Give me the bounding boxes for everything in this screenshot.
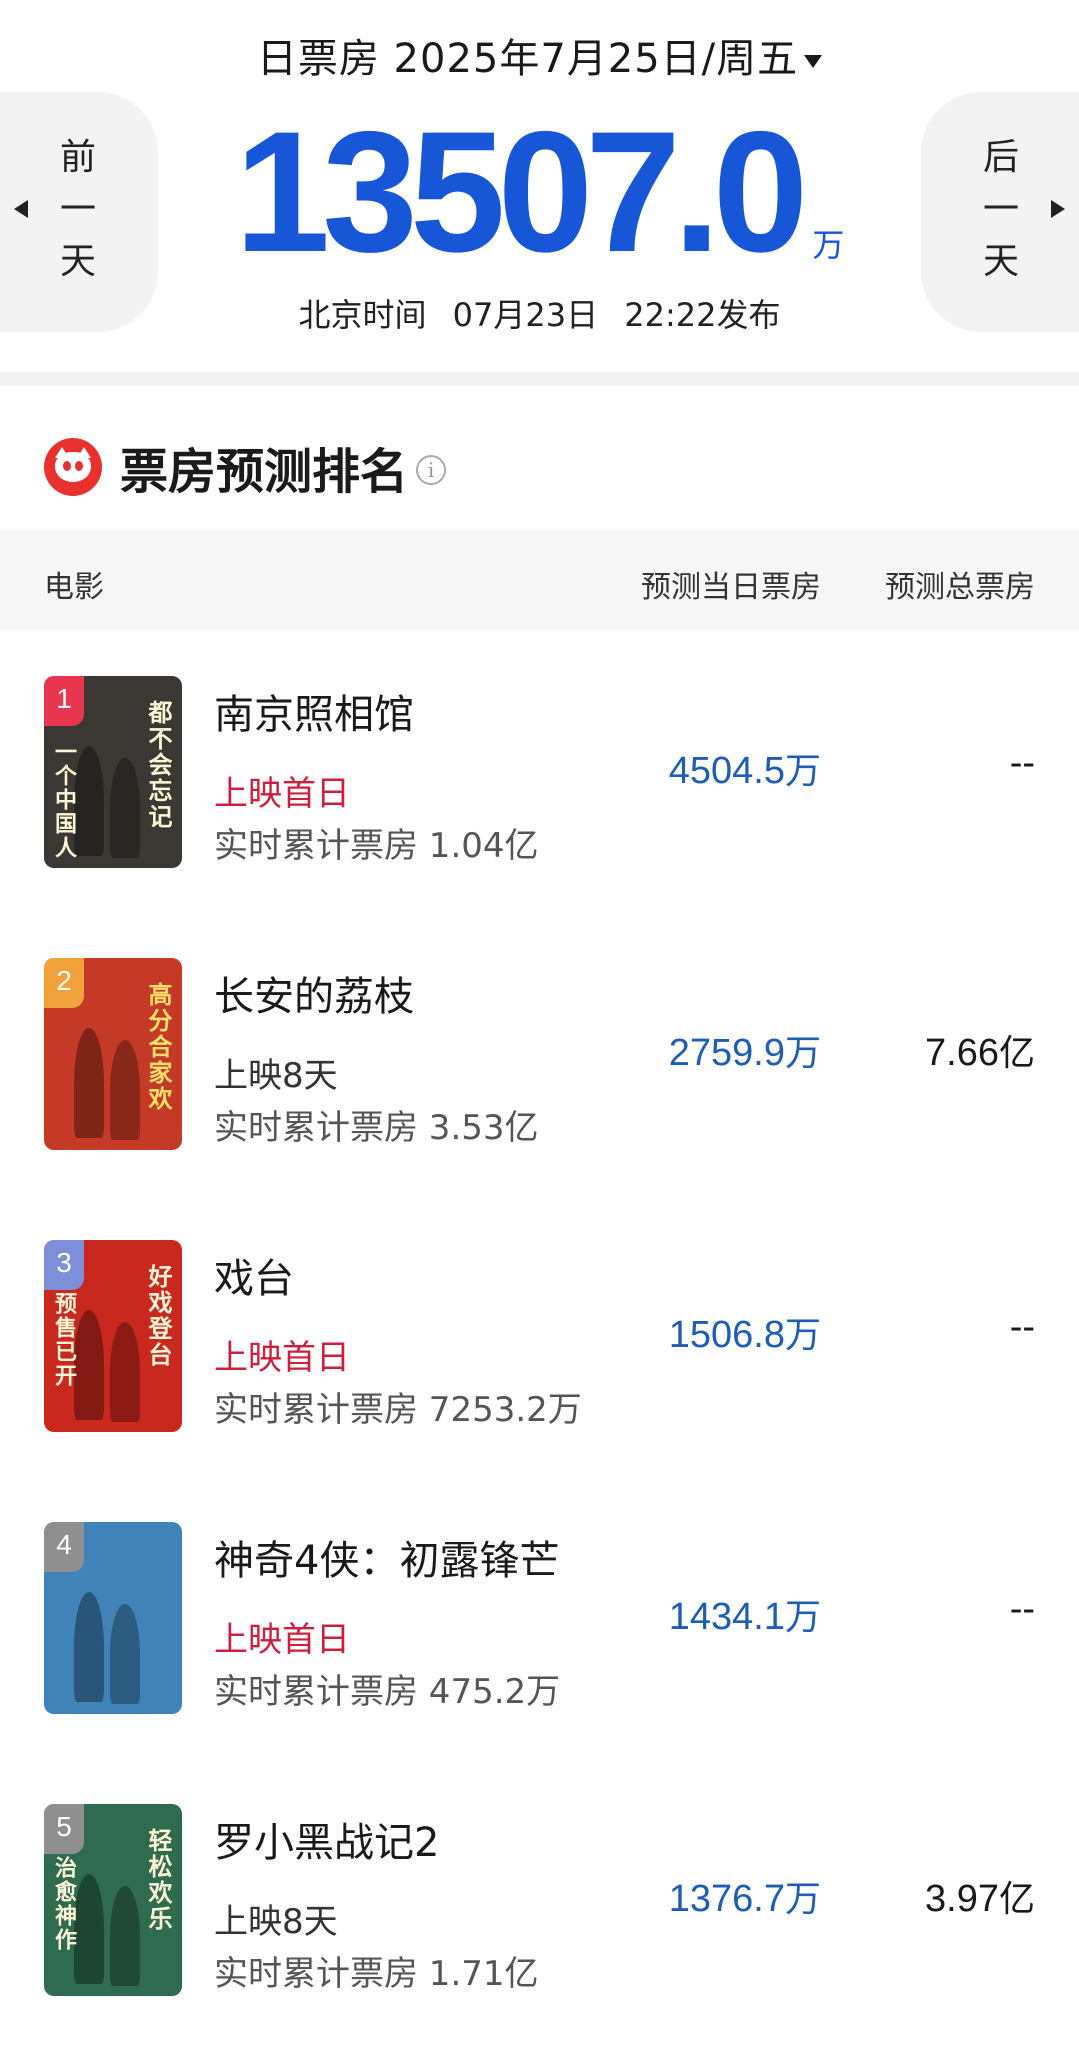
total-value: 13507.0: [234, 96, 809, 288]
forecast-total-unit: 亿: [998, 1033, 1035, 1074]
forecast-day-value: 4504.5: [668, 750, 785, 792]
movie-poster[interactable]: 都不会忘记 一个中国人 1: [44, 676, 182, 868]
forecast-day-unit: 万: [784, 751, 821, 792]
movie-poster[interactable]: 4: [44, 1522, 182, 1714]
forecast-total-value: 7.66: [925, 1032, 999, 1074]
forecast-total-value: 3.97: [925, 1878, 999, 1920]
forecast-total-value: --: [1009, 742, 1035, 784]
poster-text-right: 轻松欢乐: [144, 1828, 173, 1932]
cumulative-box-office: 实时累计票房 7253.2万: [214, 1390, 582, 1430]
poster-figure: [110, 1040, 140, 1140]
caret-down-icon: [804, 54, 823, 68]
total-unit: 万: [812, 226, 845, 264]
forecast-day-box-office: 1376.7万: [669, 1870, 821, 1922]
forecast-total-box-office: --: [1010, 742, 1035, 785]
forecast-day-box-office: 2759.9万: [669, 1024, 821, 1076]
movie-title[interactable]: 戏台: [214, 1246, 294, 1304]
rank-badge: 4: [44, 1522, 84, 1572]
poster-figure: [110, 1886, 140, 1986]
forecast-total-box-office: 7.66亿: [925, 1024, 1035, 1076]
poster-text-left: 一个中国人: [51, 740, 77, 860]
daily-total-box-office: 13507.0 万: [0, 106, 1079, 278]
poster-text-right: 都不会忘记: [144, 700, 173, 830]
poster-text-right: 好戏登台: [144, 1264, 173, 1368]
movie-title[interactable]: 南京照相馆: [214, 682, 414, 740]
movie-title[interactable]: 罗小黑战记2: [214, 1810, 439, 1868]
forecast-total-box-office: 3.97亿: [925, 1870, 1035, 1922]
forecast-day-box-office: 1434.1万: [669, 1588, 821, 1640]
date-label: 日票房 2025年7月25日/周五: [256, 36, 799, 82]
poster-figure: [110, 758, 140, 858]
column-header-movie: 电影: [44, 570, 104, 605]
release-status: 上映8天: [214, 1902, 338, 1942]
date-selector[interactable]: 日票房 2025年7月25日/周五: [0, 26, 1079, 84]
rank-badge: 5: [44, 1804, 84, 1854]
forecast-day-unit: 万: [784, 1033, 821, 1074]
cumulative-box-office: 实时累计票房 1.04亿: [214, 826, 539, 866]
movie-title[interactable]: 神奇4侠：初露锋芒: [214, 1528, 559, 1586]
forecast-day-value: 1376.7: [668, 1878, 785, 1920]
section-title: 票房预测排名: [120, 444, 409, 500]
forecast-day-value: 1506.8: [668, 1314, 785, 1356]
cumulative-box-office: 实时累计票房 3.53亿: [214, 1108, 539, 1148]
maoyan-cat-logo-icon: [44, 438, 102, 496]
release-status: 上映8天: [214, 1056, 338, 1096]
table-header: 电影 预测当日票房 预测总票房: [0, 530, 1079, 630]
info-icon[interactable]: i: [416, 455, 447, 485]
movie-poster[interactable]: 好戏登台 预售已开 3: [44, 1240, 182, 1432]
section-divider: [0, 372, 1079, 386]
column-header-total-forecast: 预测总票房: [885, 570, 1035, 605]
column-header-day-forecast: 预测当日票房: [641, 570, 821, 605]
poster-figure: [74, 1592, 104, 1702]
release-status: 上映首日: [214, 774, 350, 814]
forecast-day-box-office: 1506.8万: [669, 1306, 821, 1358]
forecast-total-box-office: --: [1010, 1588, 1035, 1631]
movie-poster[interactable]: 轻松欢乐 治愈神作 5: [44, 1804, 182, 1996]
poster-text-right: 高分合家欢: [144, 982, 173, 1112]
table-row[interactable]: 高分合家欢 2 长安的荔枝上映8天实时累计票房 3.53亿 2759.9万 7.66亿: [0, 958, 1079, 1158]
forecast-total-unit: 亿: [998, 1879, 1035, 1920]
rank-badge: 2: [44, 958, 84, 1008]
rank-badge: 1: [44, 676, 84, 726]
forecast-day-unit: 万: [784, 1315, 821, 1356]
poster-figure: [110, 1322, 140, 1422]
forecast-total-box-office: --: [1010, 1306, 1035, 1349]
poster-figure: [74, 1028, 104, 1138]
forecast-day-box-office: 4504.5万: [669, 742, 821, 794]
forecast-day-value: 2759.9: [668, 1032, 785, 1074]
rank-badge: 3: [44, 1240, 84, 1290]
forecast-day-value: 1434.1: [668, 1596, 785, 1638]
publish-date: 07月23日: [452, 296, 599, 334]
poster-text-left: 预售已开: [51, 1292, 77, 1388]
forecast-total-value: --: [1009, 1306, 1035, 1348]
table-row[interactable]: 都不会忘记 一个中国人 1 南京照相馆上映首日实时累计票房 1.04亿 4504.5万 -…: [0, 676, 1079, 876]
table-row[interactable]: 好戏登台 预售已开 3 戏台上映首日实时累计票房 7253.2万 1506.8万 --: [0, 1240, 1079, 1440]
table-row[interactable]: 4 神奇4侠：初露锋芒上映首日实时累计票房 475.2万 1434.1万 --: [0, 1522, 1079, 1722]
forecast-day-unit: 万: [784, 1879, 821, 1920]
release-status: 上映首日: [214, 1620, 350, 1660]
cumulative-box-office: 实时累计票房 475.2万: [214, 1672, 561, 1712]
publish-prefix: 北京时间: [298, 296, 427, 334]
movie-poster[interactable]: 高分合家欢 2: [44, 958, 182, 1150]
forecast-total-value: --: [1009, 1588, 1035, 1630]
movie-title[interactable]: 长安的荔枝: [214, 964, 414, 1022]
publish-info: 北京时间 07月23日 22:22发布: [0, 290, 1079, 336]
table-row[interactable]: 轻松欢乐 治愈神作 5 罗小黑战记2 上映8天实时累计票房 1.71亿 1376.7万 3.…: [0, 1804, 1079, 2004]
release-status: 上映首日: [214, 1338, 350, 1378]
section-header: 票房预测排名 i: [44, 436, 447, 500]
publish-time: 22:22发布: [624, 296, 781, 334]
poster-text-left: 治愈神作: [51, 1856, 77, 1952]
cumulative-box-office: 实时累计票房 1.71亿: [214, 1954, 539, 1994]
forecast-day-unit: 万: [784, 1597, 821, 1638]
poster-figure: [110, 1604, 140, 1704]
